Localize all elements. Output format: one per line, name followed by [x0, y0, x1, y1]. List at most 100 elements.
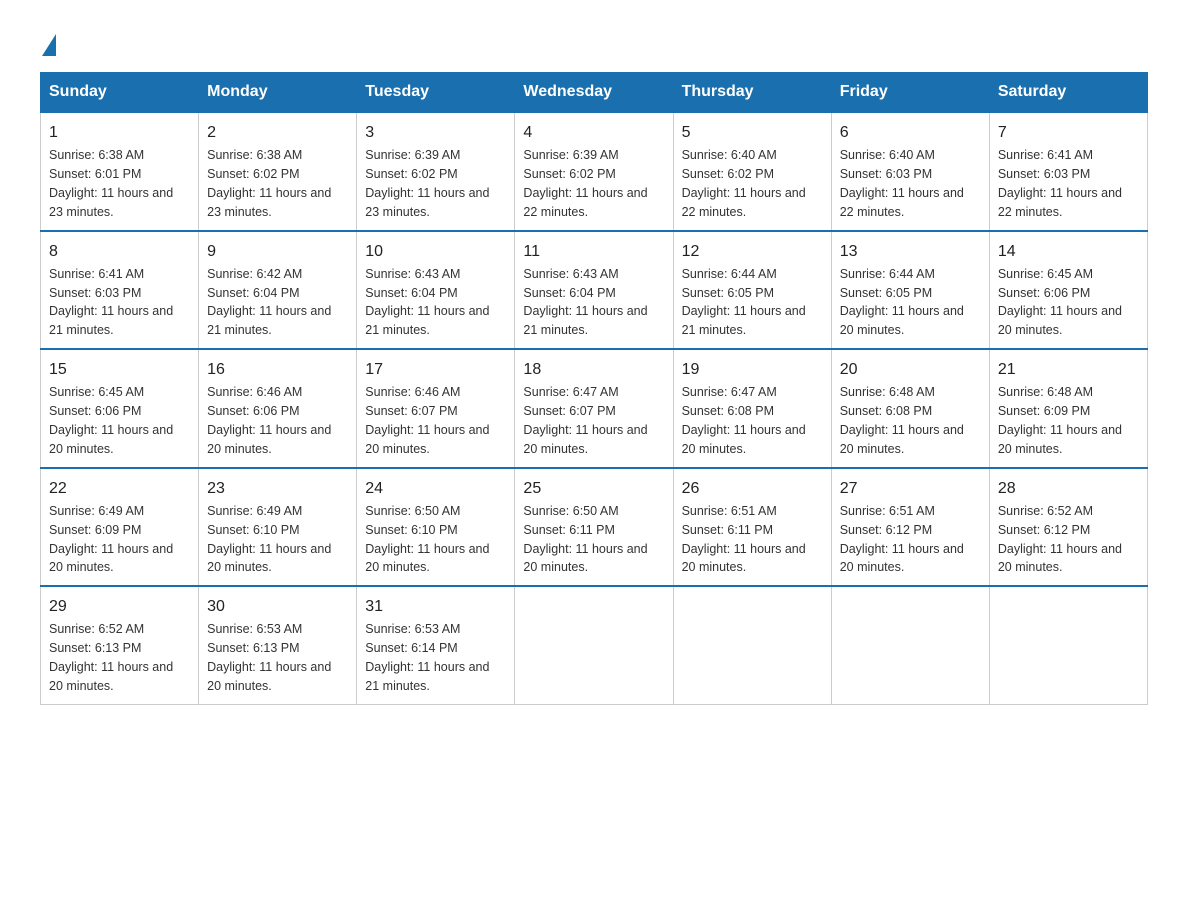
day-info: Sunrise: 6:44 AMSunset: 6:05 PMDaylight:… [840, 267, 964, 338]
calendar-cell: 23 Sunrise: 6:49 AMSunset: 6:10 PMDayligh… [199, 468, 357, 587]
day-info: Sunrise: 6:39 AMSunset: 6:02 PMDaylight:… [523, 148, 647, 219]
calendar-cell: 27 Sunrise: 6:51 AMSunset: 6:12 PMDayligh… [831, 468, 989, 587]
calendar-cell: 16Sunrise: 6:46 AMSunset: 6:06 PMDayligh… [199, 349, 357, 468]
day-number: 1 [49, 121, 190, 144]
day-number: 29 [49, 595, 190, 618]
day-info: Sunrise: 6:47 AMSunset: 6:08 PMDaylight:… [682, 385, 806, 456]
day-number: 15 [49, 358, 190, 381]
day-info: Sunrise: 6:51 AMSunset: 6:11 PMDaylight:… [682, 504, 806, 575]
logo-triangle-icon [42, 34, 56, 56]
day-number: 17 [365, 358, 506, 381]
calendar-week-row: 1 Sunrise: 6:38 AMSunset: 6:01 PMDaylight… [41, 112, 1148, 231]
calendar-cell: 24 Sunrise: 6:50 AMSunset: 6:10 PMDayligh… [357, 468, 515, 587]
page-header [40, 30, 1148, 52]
day-number: 26 [682, 477, 823, 500]
day-info: Sunrise: 6:48 AMSunset: 6:08 PMDaylight:… [840, 385, 964, 456]
calendar-cell: 3 Sunrise: 6:39 AMSunset: 6:02 PMDaylight… [357, 112, 515, 231]
day-number: 30 [207, 595, 348, 618]
column-header-friday: Friday [831, 73, 989, 113]
day-number: 2 [207, 121, 348, 144]
day-number: 22 [49, 477, 190, 500]
day-info: Sunrise: 6:43 AMSunset: 6:04 PMDaylight:… [523, 267, 647, 338]
day-info: Sunrise: 6:49 AMSunset: 6:09 PMDaylight:… [49, 504, 173, 575]
logo [40, 30, 56, 52]
calendar-cell: 11Sunrise: 6:43 AMSunset: 6:04 PMDayligh… [515, 231, 673, 350]
calendar-cell [515, 586, 673, 704]
calendar-cell: 12 Sunrise: 6:44 AMSunset: 6:05 PMDayligh… [673, 231, 831, 350]
calendar-cell: 9Sunrise: 6:42 AMSunset: 6:04 PMDaylight… [199, 231, 357, 350]
calendar-cell: 17 Sunrise: 6:46 AMSunset: 6:07 PMDayligh… [357, 349, 515, 468]
day-info: Sunrise: 6:41 AMSunset: 6:03 PMDaylight:… [998, 148, 1122, 219]
column-header-sunday: Sunday [41, 73, 199, 113]
calendar-cell: 25Sunrise: 6:50 AMSunset: 6:11 PMDayligh… [515, 468, 673, 587]
day-info: Sunrise: 6:38 AMSunset: 6:01 PMDaylight:… [49, 148, 173, 219]
calendar-cell: 31 Sunrise: 6:53 AMSunset: 6:14 PMDayligh… [357, 586, 515, 704]
day-info: Sunrise: 6:40 AMSunset: 6:02 PMDaylight:… [682, 148, 806, 219]
calendar-cell: 2 Sunrise: 6:38 AMSunset: 6:02 PMDaylight… [199, 112, 357, 231]
calendar-table: SundayMondayTuesdayWednesdayThursdayFrid… [40, 72, 1148, 705]
calendar-cell [673, 586, 831, 704]
calendar-week-row: 29 Sunrise: 6:52 AMSunset: 6:13 PMDayligh… [41, 586, 1148, 704]
calendar-cell: 6 Sunrise: 6:40 AMSunset: 6:03 PMDaylight… [831, 112, 989, 231]
calendar-cell: 14 Sunrise: 6:45 AMSunset: 6:06 PMDayligh… [989, 231, 1147, 350]
calendar-cell: 29 Sunrise: 6:52 AMSunset: 6:13 PMDayligh… [41, 586, 199, 704]
day-number: 12 [682, 240, 823, 263]
day-info: Sunrise: 6:48 AMSunset: 6:09 PMDaylight:… [998, 385, 1122, 456]
calendar-cell [831, 586, 989, 704]
day-info: Sunrise: 6:47 AMSunset: 6:07 PMDaylight:… [523, 385, 647, 456]
day-info: Sunrise: 6:46 AMSunset: 6:06 PMDaylight:… [207, 385, 331, 456]
day-info: Sunrise: 6:52 AMSunset: 6:12 PMDaylight:… [998, 504, 1122, 575]
calendar-cell: 20 Sunrise: 6:48 AMSunset: 6:08 PMDayligh… [831, 349, 989, 468]
column-header-monday: Monday [199, 73, 357, 113]
calendar-week-row: 15Sunrise: 6:45 AMSunset: 6:06 PMDayligh… [41, 349, 1148, 468]
day-number: 5 [682, 121, 823, 144]
day-number: 18 [523, 358, 664, 381]
day-number: 8 [49, 240, 190, 263]
calendar-week-row: 22 Sunrise: 6:49 AMSunset: 6:09 PMDayligh… [41, 468, 1148, 587]
day-number: 25 [523, 477, 664, 500]
day-info: Sunrise: 6:44 AMSunset: 6:05 PMDaylight:… [682, 267, 806, 338]
calendar-cell: 8Sunrise: 6:41 AMSunset: 6:03 PMDaylight… [41, 231, 199, 350]
calendar-cell: 19Sunrise: 6:47 AMSunset: 6:08 PMDayligh… [673, 349, 831, 468]
day-number: 24 [365, 477, 506, 500]
day-number: 6 [840, 121, 981, 144]
day-number: 23 [207, 477, 348, 500]
calendar-week-row: 8Sunrise: 6:41 AMSunset: 6:03 PMDaylight… [41, 231, 1148, 350]
day-info: Sunrise: 6:53 AMSunset: 6:14 PMDaylight:… [365, 622, 489, 693]
day-info: Sunrise: 6:43 AMSunset: 6:04 PMDaylight:… [365, 267, 489, 338]
day-number: 28 [998, 477, 1139, 500]
day-number: 3 [365, 121, 506, 144]
column-header-saturday: Saturday [989, 73, 1147, 113]
calendar-cell: 26 Sunrise: 6:51 AMSunset: 6:11 PMDayligh… [673, 468, 831, 587]
day-info: Sunrise: 6:45 AMSunset: 6:06 PMDaylight:… [998, 267, 1122, 338]
day-number: 10 [365, 240, 506, 263]
calendar-cell: 22 Sunrise: 6:49 AMSunset: 6:09 PMDayligh… [41, 468, 199, 587]
day-number: 31 [365, 595, 506, 618]
calendar-cell: 18 Sunrise: 6:47 AMSunset: 6:07 PMDayligh… [515, 349, 673, 468]
day-info: Sunrise: 6:40 AMSunset: 6:03 PMDaylight:… [840, 148, 964, 219]
calendar-cell: 15Sunrise: 6:45 AMSunset: 6:06 PMDayligh… [41, 349, 199, 468]
day-info: Sunrise: 6:49 AMSunset: 6:10 PMDaylight:… [207, 504, 331, 575]
day-number: 20 [840, 358, 981, 381]
day-number: 13 [840, 240, 981, 263]
calendar-cell: 28 Sunrise: 6:52 AMSunset: 6:12 PMDayligh… [989, 468, 1147, 587]
column-header-thursday: Thursday [673, 73, 831, 113]
day-number: 9 [207, 240, 348, 263]
day-number: 14 [998, 240, 1139, 263]
calendar-cell: 1 Sunrise: 6:38 AMSunset: 6:01 PMDaylight… [41, 112, 199, 231]
day-number: 21 [998, 358, 1139, 381]
day-number: 4 [523, 121, 664, 144]
day-info: Sunrise: 6:52 AMSunset: 6:13 PMDaylight:… [49, 622, 173, 693]
calendar-cell: 10 Sunrise: 6:43 AMSunset: 6:04 PMDayligh… [357, 231, 515, 350]
calendar-header-row: SundayMondayTuesdayWednesdayThursdayFrid… [41, 73, 1148, 113]
day-number: 27 [840, 477, 981, 500]
day-info: Sunrise: 6:39 AMSunset: 6:02 PMDaylight:… [365, 148, 489, 219]
day-info: Sunrise: 6:46 AMSunset: 6:07 PMDaylight:… [365, 385, 489, 456]
day-info: Sunrise: 6:38 AMSunset: 6:02 PMDaylight:… [207, 148, 331, 219]
calendar-cell: 13 Sunrise: 6:44 AMSunset: 6:05 PMDayligh… [831, 231, 989, 350]
calendar-cell: 21 Sunrise: 6:48 AMSunset: 6:09 PMDayligh… [989, 349, 1147, 468]
day-info: Sunrise: 6:51 AMSunset: 6:12 PMDaylight:… [840, 504, 964, 575]
calendar-cell [989, 586, 1147, 704]
calendar-cell: 5 Sunrise: 6:40 AMSunset: 6:02 PMDaylight… [673, 112, 831, 231]
day-info: Sunrise: 6:50 AMSunset: 6:10 PMDaylight:… [365, 504, 489, 575]
